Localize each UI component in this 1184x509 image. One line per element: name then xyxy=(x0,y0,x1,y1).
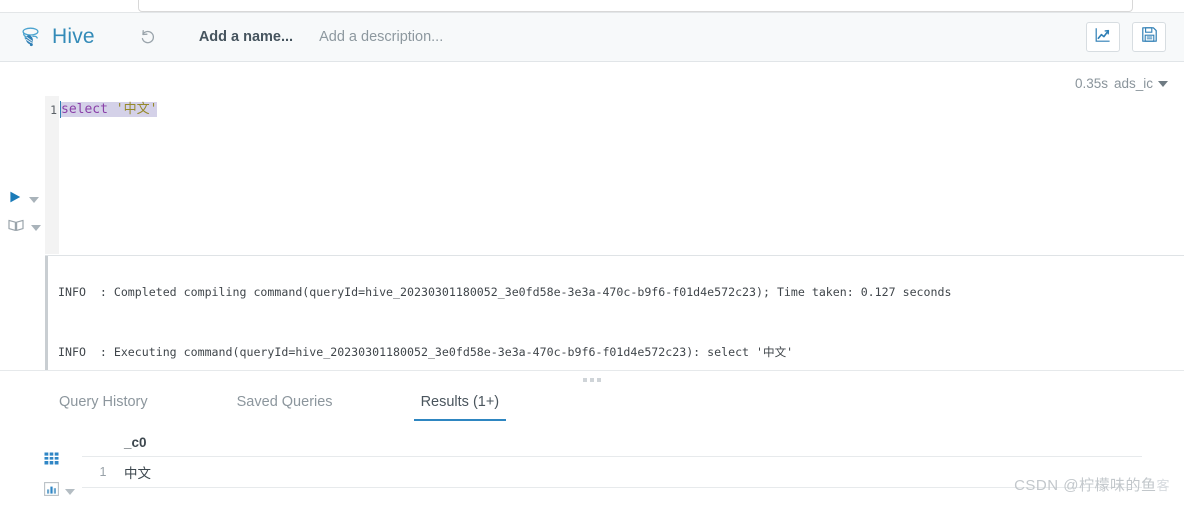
app-header: Hive Add a name... Add a description... xyxy=(0,13,1184,62)
results-panel: _c0 1 中文 xyxy=(0,428,1184,509)
chevron-down-icon[interactable] xyxy=(65,488,75,495)
tab-results[interactable]: Results (1+) xyxy=(413,388,506,421)
database-selector-label[interactable]: ads_ic xyxy=(1114,76,1153,91)
chevron-down-icon[interactable] xyxy=(29,196,39,203)
tab-saved-queries[interactable]: Saved Queries xyxy=(235,388,335,421)
log-line: INFO : Completed compiling command(query… xyxy=(58,285,952,299)
grid-view-toggle[interactable] xyxy=(44,452,75,470)
tab-label: Query History xyxy=(59,394,148,410)
query-status-row: 0.35s ads_ic xyxy=(1075,76,1168,91)
grid-table-icon xyxy=(44,452,59,470)
query-duration: 0.35s xyxy=(1074,76,1108,91)
chart-view-toggle[interactable] xyxy=(44,482,75,501)
chevron-down-icon[interactable] xyxy=(31,224,41,231)
sql-editor[interactable]: 1 select '中文' xyxy=(45,96,1184,254)
search-input[interactable] xyxy=(138,0,1133,12)
sql-string-token: '中文' xyxy=(115,102,158,117)
history-revert-icon[interactable] xyxy=(137,26,159,48)
results-table-header: _c0 xyxy=(82,428,1142,456)
floppy-disk-save-icon xyxy=(1141,26,1158,48)
tab-label: Saved Queries xyxy=(236,394,333,410)
hive-bee-logo-icon xyxy=(18,24,44,50)
editor-gutter: 1 xyxy=(45,96,59,254)
hive-query-editor-app: Hive Add a name... Add a description... xyxy=(0,0,1184,509)
line-number: 1 xyxy=(50,103,57,117)
panel-resizer[interactable] xyxy=(0,370,1184,386)
chevron-down-icon[interactable] xyxy=(1158,80,1168,87)
tab-query-history[interactable]: Query History xyxy=(57,388,150,421)
results-view-toggles xyxy=(44,452,75,501)
save-button[interactable] xyxy=(1132,22,1166,52)
results-tabs: Query History Saved Queries Results (1+) xyxy=(45,388,1184,425)
sql-keyword-token: select xyxy=(61,102,108,117)
query-log-panel[interactable]: INFO : Completed compiling command(query… xyxy=(45,255,1184,370)
log-scrollbar[interactable] xyxy=(45,256,48,370)
query-name-input[interactable]: Add a name... xyxy=(199,29,293,45)
row-index: 1 xyxy=(99,465,107,479)
drag-grip-dots-icon xyxy=(583,377,601,382)
sql-code-line[interactable]: select '中文' xyxy=(61,101,158,119)
app-title: Hive xyxy=(52,25,95,48)
execute-query-button[interactable] xyxy=(8,190,39,209)
play-triangle-icon xyxy=(8,190,22,209)
editor-left-rail xyxy=(0,96,45,254)
open-book-icon xyxy=(8,218,24,237)
tab-label: Results (1+) xyxy=(420,394,500,410)
log-line: INFO : Executing command(queryId=hive_20… xyxy=(58,345,794,359)
column-header[interactable]: _c0 xyxy=(124,435,147,450)
explain-query-button[interactable] xyxy=(8,218,41,237)
log-lines: INFO : Completed compiling command(query… xyxy=(58,256,952,370)
sql-space-token xyxy=(108,102,116,117)
query-description-input[interactable]: Add a description... xyxy=(319,29,443,45)
table-row[interactable]: 1 中文 xyxy=(82,456,1142,488)
clipped-top-strip xyxy=(0,0,1184,13)
visual-explain-button[interactable] xyxy=(1086,22,1120,52)
results-table: _c0 1 中文 xyxy=(82,428,1142,488)
trend-chart-icon xyxy=(1094,26,1112,49)
table-cell: 中文 xyxy=(124,466,151,481)
bar-chart-icon xyxy=(44,482,59,501)
